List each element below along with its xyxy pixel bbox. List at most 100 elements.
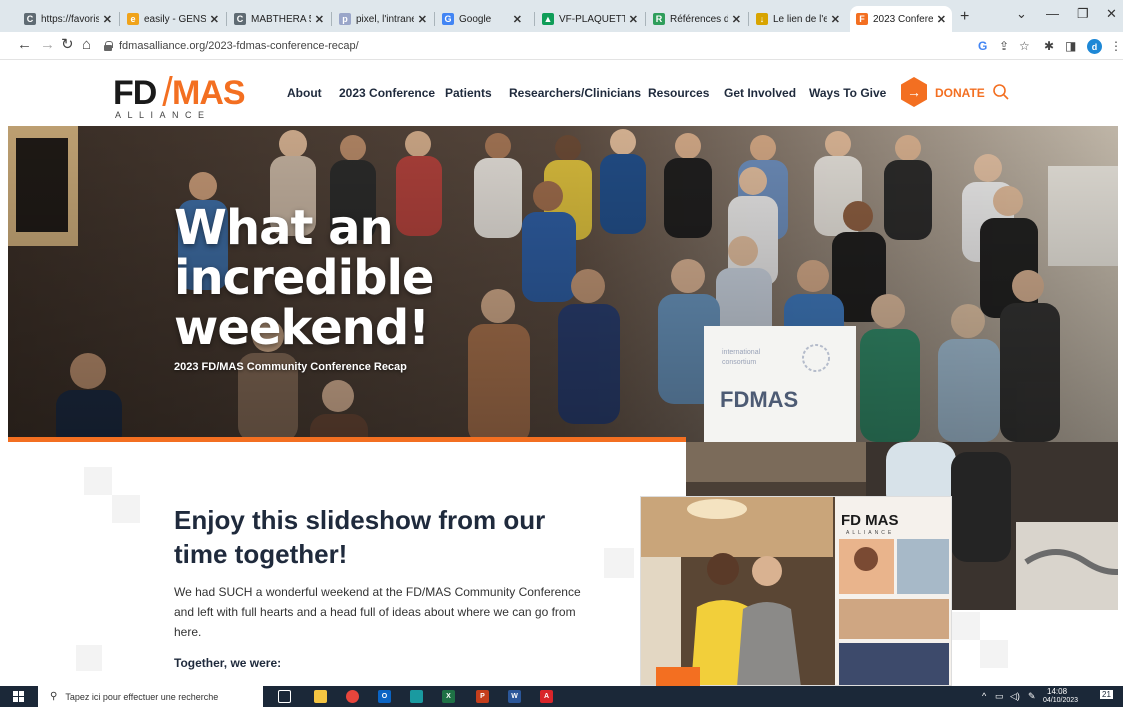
nav-2023-conference[interactable]: 2023 Conference bbox=[339, 86, 435, 100]
globe-icon: C bbox=[24, 13, 36, 25]
svg-text:FDMAS: FDMAS bbox=[720, 387, 798, 412]
side-panel-icon[interactable]: ◨ bbox=[1065, 39, 1076, 53]
hero-title: What an incredible weekend! bbox=[174, 200, 434, 356]
fdmas-favicon-icon: F bbox=[856, 13, 868, 25]
nav-ways-to-give[interactable]: Ways To Give bbox=[809, 86, 886, 100]
browser-tab[interactable]: G Google ✕ bbox=[436, 6, 528, 32]
browser-tab-bar: C https://favoris.ch✕ e easily - GENSBUR… bbox=[0, 0, 1123, 32]
donate-arrow-icon[interactable]: → bbox=[901, 77, 927, 107]
close-icon[interactable]: ✕ bbox=[629, 13, 638, 26]
fdmas-sign: international consortium FDMAS bbox=[704, 326, 856, 442]
nav-get-involved[interactable]: Get Involved bbox=[724, 86, 796, 100]
close-icon[interactable]: ✕ bbox=[210, 13, 219, 26]
taskbar-clock-date[interactable]: 04/10/2023 bbox=[1043, 697, 1078, 704]
svg-text:ALLIANCE: ALLIANCE bbox=[846, 530, 894, 536]
word-icon[interactable]: W bbox=[508, 690, 521, 703]
intranet-icon: p bbox=[339, 13, 351, 25]
tab-search-chevron-icon[interactable]: ⌄ bbox=[1016, 6, 1027, 22]
browser-tab[interactable]: e easily - GENSBUR✕ bbox=[121, 6, 225, 32]
address-bar[interactable]: fdmasalliance.org/2023-fdmas-conference-… bbox=[104, 36, 969, 56]
home-icon[interactable]: ⌂ bbox=[82, 37, 91, 53]
globe-icon: C bbox=[234, 13, 246, 25]
pen-icon[interactable]: ✎ bbox=[1028, 691, 1036, 702]
browser-tab[interactable]: ▲ VF-PLAQUETTE-✕ bbox=[536, 6, 644, 32]
back-arrow-icon[interactable]: ← bbox=[17, 37, 32, 53]
windows-taskbar: ⚲ Tapez ici pour effectuer une recherche… bbox=[0, 686, 1123, 707]
slideshow-image[interactable]: FD MAS ALLIANCE bbox=[640, 496, 952, 686]
lock-icon[interactable] bbox=[104, 41, 113, 51]
forward-arrow-icon[interactable]: → bbox=[40, 37, 55, 53]
powerpoint-icon[interactable]: P bbox=[476, 690, 489, 703]
svg-text:FD MAS: FD MAS bbox=[841, 512, 899, 529]
excel-icon[interactable]: X bbox=[442, 690, 455, 703]
url-text: fdmasalliance.org/2023-fdmas-conference-… bbox=[119, 40, 359, 52]
nav-patients[interactable]: Patients bbox=[445, 86, 492, 100]
download-icon: ↓ bbox=[756, 13, 768, 25]
references-icon: R bbox=[653, 13, 665, 25]
chrome-icon[interactable] bbox=[346, 690, 359, 703]
reload-icon[interactable]: ↻ bbox=[61, 37, 74, 53]
taskbar-search-box[interactable]: ⚲ Tapez ici pour effectuer une recherche bbox=[38, 686, 263, 707]
close-icon[interactable]: ✕ bbox=[418, 13, 427, 26]
restore-icon[interactable]: ❐ bbox=[1077, 6, 1089, 22]
decorative-square bbox=[604, 548, 634, 578]
intro-paragraph: We had SUCH a wonderful weekend at the F… bbox=[174, 585, 581, 639]
browser-tab[interactable]: C https://favoris.ch✕ bbox=[18, 6, 118, 32]
browser-tab[interactable]: ↓ Le lien de l'e-ma✕ bbox=[750, 6, 846, 32]
menu-kebab-icon[interactable]: ⋮ bbox=[1110, 39, 1122, 53]
google-icon: G bbox=[442, 13, 454, 25]
close-icon[interactable]: ✕ bbox=[315, 13, 324, 26]
teams-icon[interactable] bbox=[410, 690, 423, 703]
easily-icon: e bbox=[127, 13, 139, 25]
site-header: FD MAS ALLIANCE About 2023 Conference Pa… bbox=[0, 60, 1123, 126]
decorative-square bbox=[980, 640, 1008, 668]
decorative-square bbox=[952, 612, 980, 640]
window-close-icon[interactable]: ✕ bbox=[1106, 6, 1117, 22]
extensions-puzzle-icon[interactable]: ✱ bbox=[1044, 39, 1054, 53]
bookmark-star-icon[interactable]: ☆ bbox=[1019, 39, 1030, 53]
slideshow-heading: Enjoy this slideshow from our time toget… bbox=[174, 505, 546, 569]
profile-avatar[interactable]: d bbox=[1087, 39, 1102, 54]
together-subheading: Together, we were: bbox=[174, 656, 282, 670]
hero-accent-bar bbox=[8, 437, 686, 442]
network-icon[interactable]: ▭ bbox=[995, 691, 1004, 702]
donate-button[interactable]: DONATE bbox=[935, 86, 985, 100]
search-icon[interactable] bbox=[992, 83, 1010, 101]
browser-tab-active[interactable]: F 2023 Conference✕ bbox=[850, 6, 952, 32]
browser-toolbar: ← → ↻ ⌂ fdmasalliance.org/2023-fdmas-con… bbox=[0, 32, 1123, 60]
slideshow-play-button[interactable] bbox=[656, 667, 700, 686]
share-icon[interactable]: ⇪ bbox=[999, 39, 1009, 53]
file-explorer-icon[interactable] bbox=[314, 690, 327, 703]
nav-researchers-clinicians[interactable]: Researchers/Clinicians bbox=[509, 86, 641, 100]
svg-text:consortium: consortium bbox=[722, 359, 756, 366]
close-icon[interactable]: ✕ bbox=[831, 13, 840, 26]
browser-tab[interactable]: R Références de l'U✕ bbox=[647, 6, 747, 32]
close-icon[interactable]: ✕ bbox=[103, 13, 112, 26]
nav-resources[interactable]: Resources bbox=[648, 86, 709, 100]
new-tab-button[interactable]: + bbox=[960, 8, 969, 26]
windows-start-icon[interactable] bbox=[13, 691, 24, 702]
drive-icon: ▲ bbox=[542, 13, 554, 25]
acrobat-icon[interactable]: A bbox=[540, 690, 553, 703]
task-view-icon[interactable] bbox=[278, 690, 291, 703]
decorative-square bbox=[112, 495, 140, 523]
taskbar-clock-time[interactable]: 14:08 bbox=[1047, 687, 1067, 696]
svg-text:international: international bbox=[722, 349, 761, 356]
outlook-icon[interactable]: O bbox=[378, 690, 391, 703]
hero-subtitle: 2023 FD/MAS Community Conference Recap bbox=[174, 361, 407, 373]
notification-badge[interactable]: 21 bbox=[1100, 690, 1113, 699]
close-icon[interactable]: ✕ bbox=[513, 13, 522, 26]
google-translate-icon[interactable]: G bbox=[978, 39, 987, 53]
close-icon[interactable]: ✕ bbox=[732, 13, 741, 26]
decorative-square bbox=[76, 645, 102, 671]
minimize-icon[interactable]: — bbox=[1046, 6, 1059, 21]
browser-tab[interactable]: C MABTHERA 500 N✕ bbox=[228, 6, 330, 32]
decorative-square bbox=[84, 467, 112, 495]
nav-about[interactable]: About bbox=[287, 86, 322, 100]
volume-icon[interactable]: ◁) bbox=[1010, 691, 1020, 702]
close-icon[interactable]: ✕ bbox=[937, 13, 946, 26]
search-icon: ⚲ bbox=[50, 691, 58, 702]
browser-tab[interactable]: p pixel, l'intranet H✕ bbox=[333, 6, 433, 32]
tray-chevron-icon[interactable]: ^ bbox=[982, 691, 986, 701]
fdmas-logo[interactable]: FD MAS ALLIANCE bbox=[113, 74, 246, 120]
